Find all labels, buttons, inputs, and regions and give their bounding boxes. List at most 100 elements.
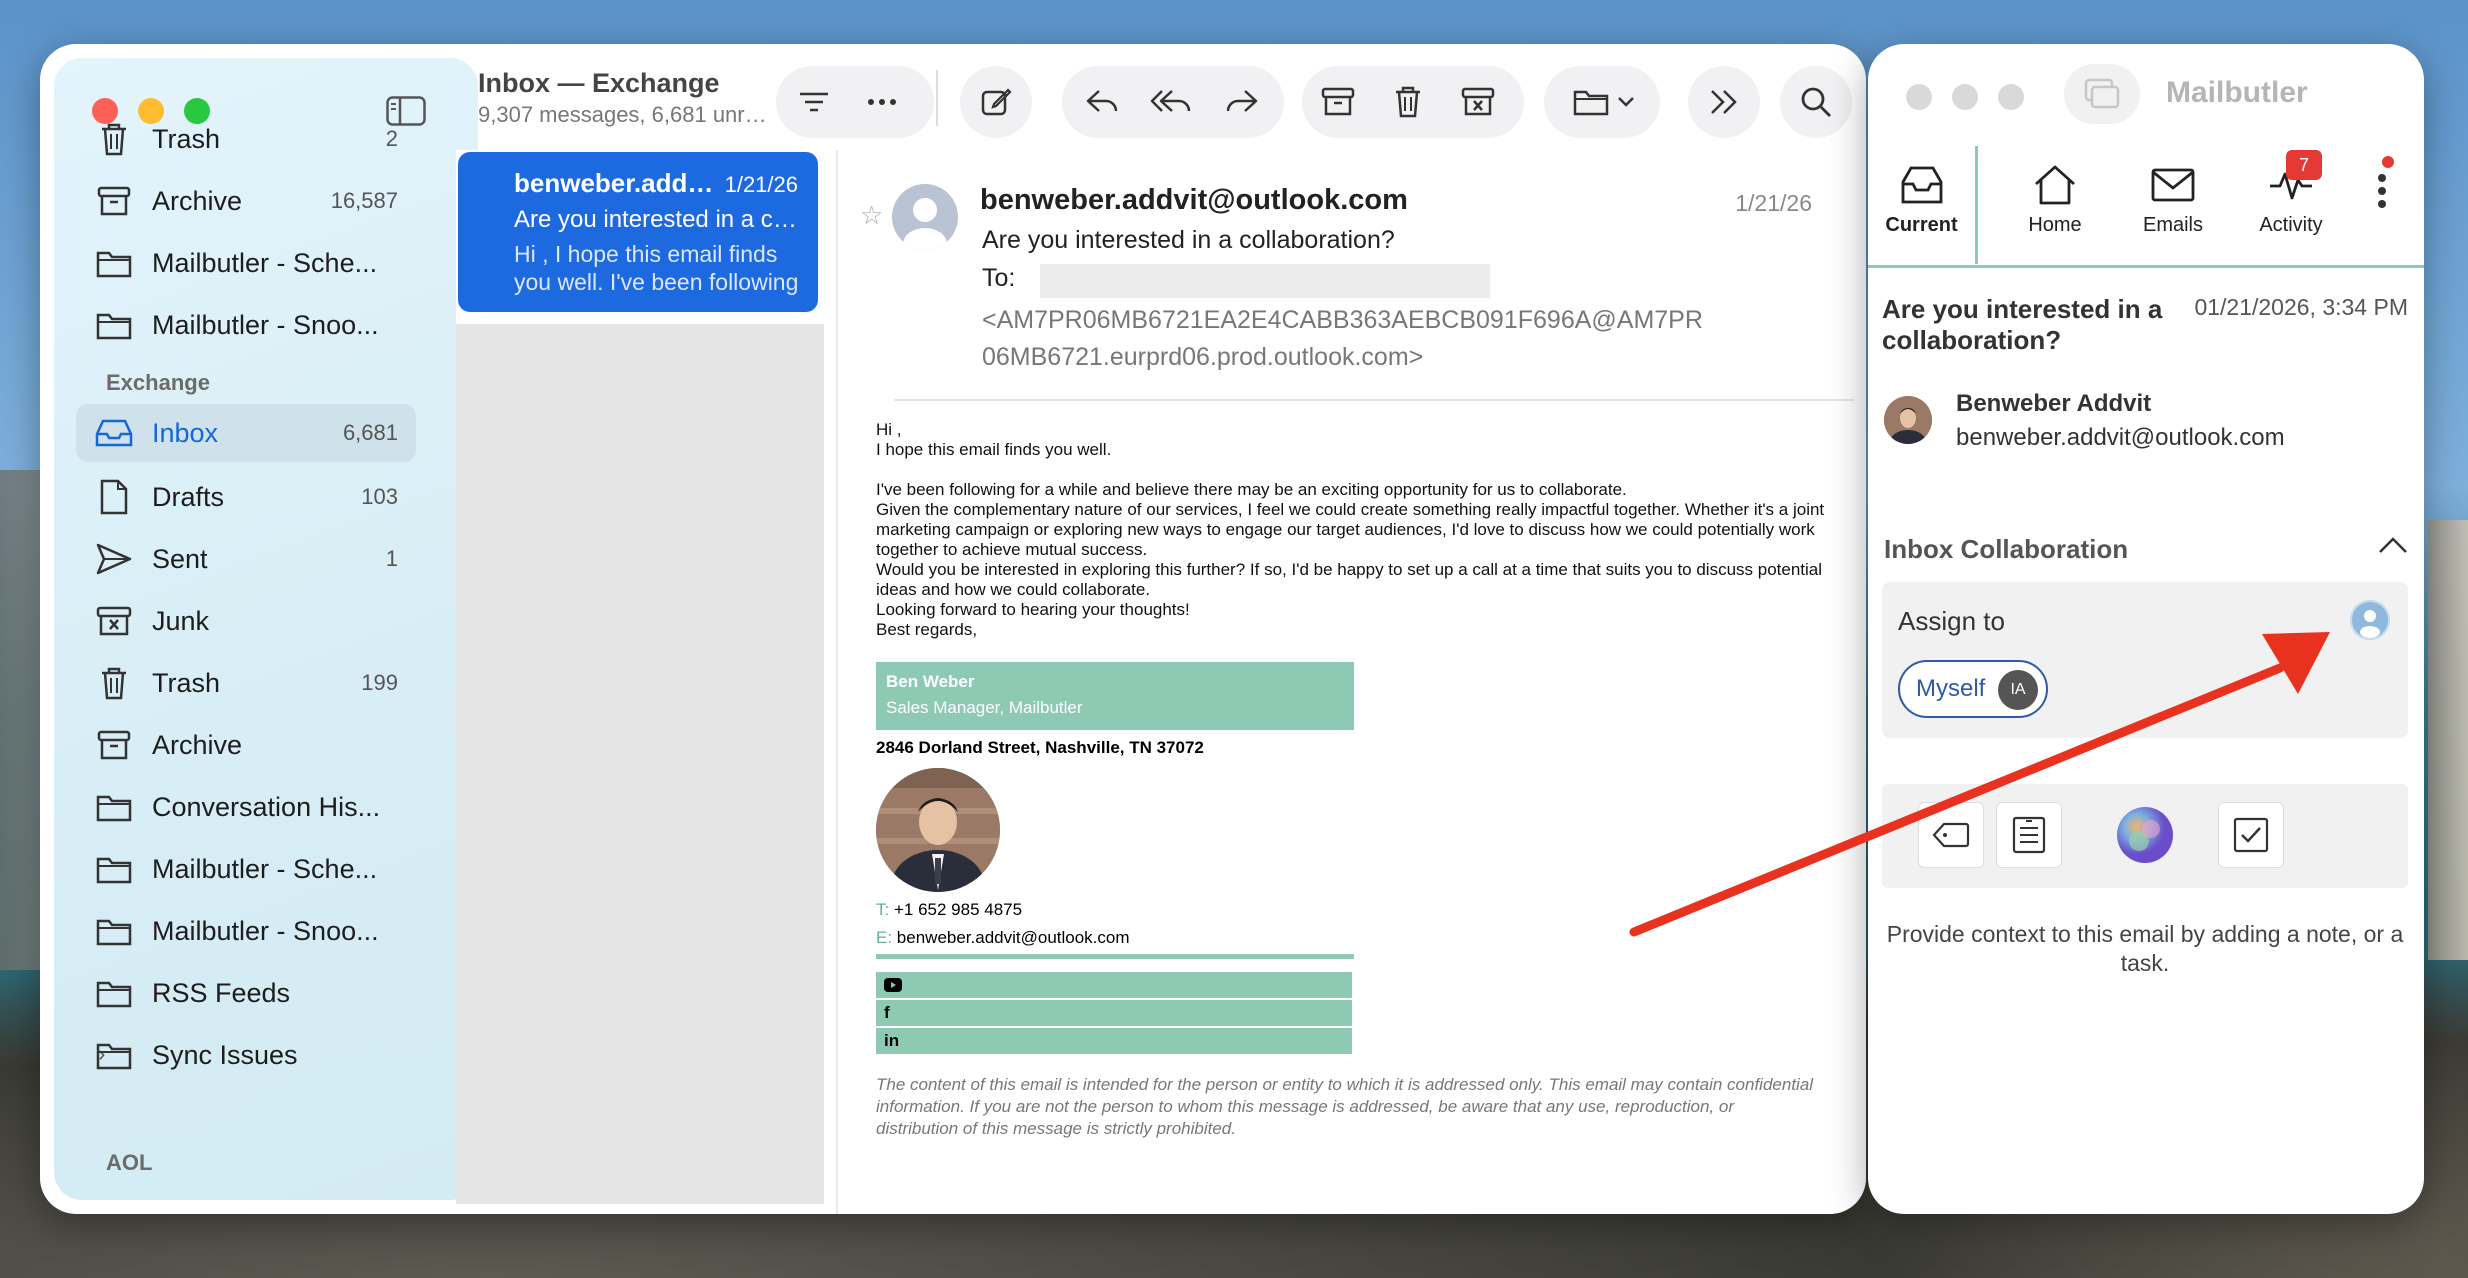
- email-disclaimer: The content of this email is intended fo…: [876, 1075, 1814, 1138]
- trash-icon: [94, 663, 134, 703]
- signature-role: Sales Manager, Mailbutler: [886, 698, 1083, 717]
- mailbutler-tabs: Current Home Emails Activity: [1868, 146, 2424, 268]
- sidebar-item-folder[interactable]: Conversation His...: [76, 778, 416, 836]
- sidebar-item-trash[interactable]: Trash 199: [76, 654, 416, 712]
- reader-subject: Are you interested in a collaboration?: [982, 226, 1395, 254]
- message-date: 1/21/26: [724, 172, 798, 197]
- sidebar-item-drafts[interactable]: Drafts 103: [76, 468, 416, 526]
- assignee-chip[interactable]: Myself IA: [1898, 660, 2048, 718]
- unread-count: 2: [385, 126, 398, 151]
- sidebar-item-archive[interactable]: Archive: [76, 716, 416, 774]
- sidebar-item-label: RSS Feeds: [152, 977, 291, 1008]
- toolbar-divider: [936, 70, 938, 126]
- signature-address: 2846 Dorland Street, Nashville, TN 37072: [876, 738, 1204, 757]
- ai-assistant-icon[interactable]: [2112, 802, 2178, 868]
- compose-icon[interactable]: [968, 74, 1024, 130]
- trash-icon[interactable]: [1380, 74, 1436, 130]
- reader-to-address: <AM7PR06MB6721EA2E4CABB363AEBCB091F696A@…: [982, 302, 1703, 376]
- chevron-double-right-icon[interactable]: [1696, 74, 1752, 130]
- mailbutler-email-subject: Are you interested in a collaboration?: [1882, 294, 2163, 355]
- signature-phone: T: +1 652 985 4875: [876, 900, 1022, 920]
- sender-avatar: [1884, 396, 1932, 444]
- note-icon[interactable]: [1996, 802, 2062, 868]
- tab-label: Home: [2028, 214, 2082, 236]
- trash-icon: [94, 119, 134, 159]
- sidebar-item-junk[interactable]: Junk: [76, 592, 416, 650]
- junk-icon[interactable]: [1450, 74, 1506, 130]
- sidebar-item-folder[interactable]: Sync Issues: [76, 1026, 416, 1084]
- to-address-line: <AM7PR06MB6721EA2E4CABB363AEBCB091F696A@…: [982, 306, 1703, 334]
- archive-icon: [94, 181, 134, 221]
- activity-badge: 7: [2286, 150, 2322, 180]
- mailbox-title: Inbox — Exchange: [478, 68, 720, 98]
- move-to-folder-icon[interactable]: [1560, 74, 1650, 130]
- message-sender: benweber.addvit@outlook.com: [514, 168, 714, 198]
- sidebar-item-folder[interactable]: Mailbutler - Snoo...: [76, 902, 416, 960]
- tag-icon[interactable]: [1918, 802, 1984, 868]
- message-subject: Are you interested in a collaboration?: [514, 206, 804, 233]
- linkedin-icon[interactable]: in: [876, 1028, 1352, 1054]
- unread-count: 1: [385, 546, 398, 571]
- kebab-menu-icon[interactable]: [2376, 172, 2388, 215]
- sidebar-item-archive[interactable]: Archive 16,587: [76, 172, 416, 230]
- chevron-up-icon[interactable]: [2378, 536, 2408, 559]
- assignee-initials: IA: [1998, 670, 2038, 710]
- filter-icon[interactable]: [786, 74, 842, 130]
- sidebar-item-label: Conversation His...: [152, 791, 381, 822]
- sidebar-item-label: Sent: [152, 543, 208, 574]
- search-icon[interactable]: [1788, 74, 1844, 130]
- sidebar-item-folder[interactable]: Mailbutler - Sche...: [76, 840, 416, 898]
- junk-icon: [94, 601, 134, 641]
- email-value[interactable]: benweber.addvit@outlook.com: [897, 928, 1130, 947]
- mailbutler-sender-name: Benweber Addvit: [1956, 390, 2152, 417]
- tab-home[interactable]: Home: [1996, 146, 2114, 264]
- sidebar-item-folder[interactable]: Mailbutler - Snoo...: [76, 296, 416, 354]
- context-hint: Provide context to this email by adding …: [1886, 921, 2404, 976]
- tab-label: Current: [1885, 214, 1958, 236]
- tab-emails[interactable]: Emails: [2114, 146, 2232, 264]
- sidebar-item-inbox[interactable]: Inbox 6,681: [76, 404, 416, 462]
- reply-all-icon[interactable]: [1144, 74, 1200, 130]
- unread-count: 199: [361, 670, 398, 695]
- email-label: E:: [876, 928, 893, 947]
- tab-current[interactable]: Current: [1868, 146, 1978, 264]
- send-icon: [94, 539, 134, 579]
- zoom-window-button[interactable]: [1998, 84, 2024, 110]
- message-list-empty-area: [456, 324, 824, 1204]
- facebook-icon[interactable]: f: [876, 1000, 1352, 1026]
- sidebar-item-trash[interactable]: Trash 2: [76, 110, 416, 168]
- folder-icon: [94, 973, 134, 1013]
- reply-icon[interactable]: [1074, 74, 1130, 130]
- mailbox-subtitle: 9,307 messages, 6,681 unread: [478, 102, 778, 127]
- sidebar-item-sent[interactable]: Sent 1: [76, 530, 416, 588]
- sidebar-section-exchange: Exchange: [106, 370, 210, 395]
- folder-icon: [94, 1035, 134, 1075]
- youtube-icon[interactable]: [876, 972, 1352, 998]
- windows-icon[interactable]: [2064, 64, 2140, 124]
- email-body: Hi , I hope this email finds you well. I…: [876, 420, 1836, 640]
- sidebar-section-aol: AOL: [106, 1150, 153, 1175]
- more-icon[interactable]: [854, 74, 910, 130]
- star-icon[interactable]: ☆: [860, 200, 883, 231]
- inbox-icon: [94, 413, 134, 453]
- assign-label: Assign to: [1898, 606, 2005, 636]
- forward-icon[interactable]: [1214, 74, 1270, 130]
- sender-avatar: [892, 184, 958, 250]
- sidebar-item-folder[interactable]: Mailbutler - Sche...: [76, 234, 416, 292]
- message-list-item[interactable]: benweber.addvit@outlook.com 1/21/26 Are …: [458, 152, 818, 312]
- tab-label: Emails: [2142, 214, 2203, 236]
- reader-date: 1/21/26: [1735, 190, 1812, 216]
- sidebar-item-folder[interactable]: RSS Feeds: [76, 964, 416, 1022]
- close-window-button[interactable]: [1906, 84, 1932, 110]
- tab-label: Activity: [2259, 214, 2323, 236]
- body-paragraph: Would you be interested in exploring thi…: [876, 560, 1823, 599]
- archive-icon[interactable]: [1310, 74, 1366, 130]
- minimize-window-button[interactable]: [1952, 84, 1978, 110]
- task-checkbox-icon[interactable]: [2218, 802, 2284, 868]
- body-paragraph: Given the complementary nature of our se…: [876, 500, 1825, 559]
- wallpaper-cliff: [2428, 520, 2468, 960]
- folder-icon: [94, 911, 134, 951]
- header-divider: [894, 399, 1854, 401]
- assign-user-avatar[interactable]: [2350, 600, 2390, 640]
- redacted-recipient: [1040, 264, 1490, 298]
